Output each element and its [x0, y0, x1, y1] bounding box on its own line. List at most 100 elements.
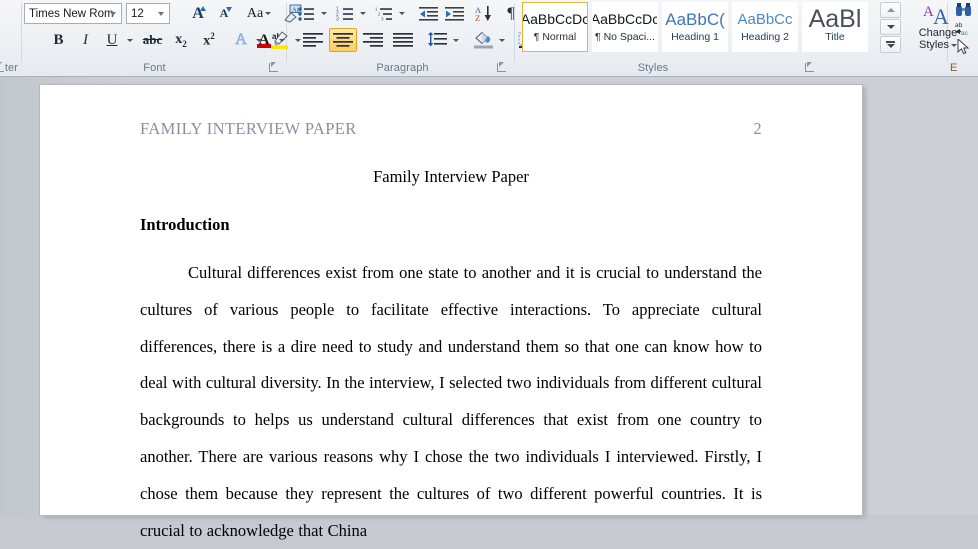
text-effects-icon: A	[235, 31, 247, 49]
styles-scroll-up-button[interactable]	[880, 2, 901, 18]
svg-text:Z: Z	[475, 13, 480, 22]
chevron-down-icon	[110, 11, 116, 16]
style-preview: AaBbCcDc	[522, 10, 588, 27]
more-dash-icon	[886, 40, 895, 43]
chevron-down-icon	[359, 12, 366, 15]
line-spacing-icon	[428, 32, 447, 47]
chevron-down-icon	[158, 11, 164, 16]
style-name: Title	[825, 30, 845, 43]
replace-button[interactable]: ab ac	[952, 19, 978, 37]
underline-dropdown[interactable]	[123, 28, 136, 52]
down-arrow-icon	[886, 44, 895, 49]
font-color-dropdown[interactable]	[275, 28, 288, 52]
ribbon-group-paragraph: Paragraph 1 2 3 1 2 3 A Z ¶	[290, 0, 549, 76]
down-arrow-icon	[886, 25, 895, 29]
decrease-indent-icon	[419, 6, 438, 21]
strikethrough-button[interactable]: abc	[139, 28, 166, 52]
find-button[interactable]	[952, 1, 976, 18]
change-styles-icon: A A	[923, 4, 949, 27]
style-preview: AaBbCcDc	[592, 10, 658, 27]
align-right-icon	[363, 32, 383, 47]
decrease-indent-button[interactable]	[416, 2, 441, 25]
ribbon-group-editing: E ab ac	[950, 0, 978, 76]
body-paragraph: Cultural differences exist from one stat…	[140, 263, 762, 540]
chevron-down-icon	[320, 12, 327, 15]
line-spacing-dropdown[interactable]	[449, 28, 462, 52]
font-name-combo[interactable]: Times New Rom	[24, 3, 122, 24]
align-center-button[interactable]	[329, 28, 357, 52]
replace-icon: ab ac	[955, 22, 969, 36]
group-label-font: Font	[143, 62, 166, 74]
align-left-button[interactable]	[299, 28, 327, 52]
shrink-font-button[interactable]: A	[212, 2, 236, 25]
up-arrow-icon	[886, 8, 895, 12]
svg-text:ab: ab	[955, 22, 963, 29]
chevron-down-icon	[126, 38, 133, 42]
justify-icon	[393, 32, 413, 47]
font-color-button[interactable]: A	[252, 28, 276, 52]
styles-scroll-down-button[interactable]	[880, 19, 901, 35]
svg-text:A: A	[933, 4, 949, 27]
style-item-title[interactable]: AaBl Title	[802, 2, 868, 52]
line-spacing-button[interactable]	[424, 28, 450, 52]
paragraph-dialog-launcher[interactable]	[496, 62, 507, 73]
page-header: FAMILY INTERVIEW PAPER 2	[140, 119, 762, 139]
align-right-button[interactable]	[359, 28, 387, 52]
style-preview: AaBbCc	[737, 10, 793, 28]
group-label-styles: Styles	[637, 62, 669, 74]
style-item-heading-1[interactable]: AaBbC( Heading 1	[662, 2, 728, 52]
shading-dropdown[interactable]	[495, 28, 508, 52]
shading-paint-bucket-icon	[473, 31, 493, 49]
sort-icon: A Z	[475, 5, 491, 22]
change-case-button[interactable]: Aa	[242, 2, 276, 25]
italic-button[interactable]: I	[73, 28, 98, 52]
font-size-combo[interactable]: 12	[126, 3, 170, 24]
group-label-paragraph: Paragraph	[376, 62, 429, 74]
numbering-button[interactable]: 1 2 3	[333, 2, 357, 25]
bold-button[interactable]: B	[46, 28, 71, 52]
chevron-down-icon	[498, 38, 505, 42]
down-arrow-icon	[226, 7, 232, 12]
justify-button[interactable]	[389, 28, 417, 52]
sort-button[interactable]: A Z	[472, 2, 497, 25]
ribbon-group-font: Font Times New Rom 12 A A Aa Aa B I U ab…	[22, 0, 302, 76]
find-binoculars-icon	[956, 2, 971, 16]
underline-button[interactable]: U	[100, 28, 124, 52]
text-effects-button[interactable]: A	[229, 28, 253, 52]
style-preview: AaBl	[808, 4, 862, 33]
section-heading-introduction: Introduction	[140, 215, 230, 234]
clipboard-dialog-launcher[interactable]	[0, 62, 5, 73]
subscript-button[interactable]: x2	[168, 28, 194, 52]
style-item-no-spacing[interactable]: AaBbCcDc ¶ No Spaci...	[592, 2, 658, 52]
multilevel-list-button[interactable]: 1 2 3	[372, 2, 396, 25]
select-cursor-icon	[957, 39, 970, 55]
numbering-dropdown[interactable]	[356, 2, 369, 25]
align-left-icon	[303, 32, 323, 47]
bullets-dropdown[interactable]	[317, 2, 330, 25]
style-preview: AaBbC(	[665, 9, 725, 29]
styles-more-button[interactable]	[880, 36, 901, 53]
superscript-button[interactable]: x2	[196, 28, 222, 52]
multilevel-list-icon: 1 2 3	[375, 6, 392, 21]
svg-text:3: 3	[336, 16, 339, 21]
group-label-editing: E	[950, 62, 958, 74]
pilcrow-icon: ¶	[507, 4, 515, 22]
font-dialog-launcher[interactable]	[268, 62, 279, 73]
styles-dialog-launcher[interactable]	[804, 62, 815, 73]
select-button[interactable]	[952, 38, 976, 56]
bullets-button[interactable]	[294, 2, 318, 25]
grow-font-button[interactable]: A	[186, 2, 210, 25]
document-canvas[interactable]: FAMILY INTERVIEW PAPER 2 Family Intervie…	[0, 77, 978, 540]
style-item-heading-2[interactable]: AaBbCc Heading 2	[732, 2, 798, 52]
document-page[interactable]: FAMILY INTERVIEW PAPER 2 Family Intervie…	[40, 85, 862, 540]
bullets-icon	[298, 6, 314, 21]
shading-button[interactable]	[470, 28, 496, 52]
header-page-number: 2	[753, 119, 762, 138]
change-styles-label-2: Styles	[919, 39, 949, 51]
multilevel-list-dropdown[interactable]	[395, 2, 408, 25]
style-item-normal[interactable]: AaBbCcDc ¶ Normal	[522, 2, 588, 52]
style-name: ¶ Normal	[533, 30, 577, 43]
increase-indent-button[interactable]	[442, 2, 467, 25]
chevron-down-icon	[452, 38, 459, 42]
chevron-down-icon	[265, 12, 272, 15]
